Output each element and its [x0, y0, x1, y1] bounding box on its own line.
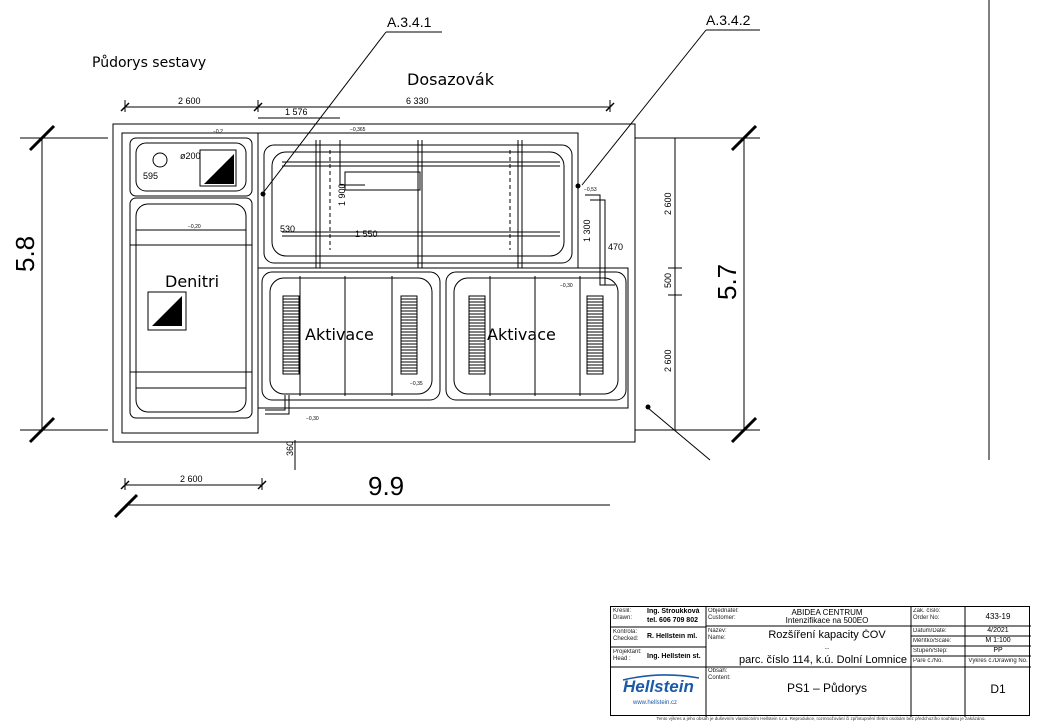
overall-dim-left: 5.8 — [10, 236, 40, 272]
level-mark: −0,30 — [560, 283, 573, 289]
level-mark: −0,20 — [188, 224, 201, 230]
dim-text: 2 600 — [663, 349, 673, 372]
ref-label-1: A.3.4.1 — [387, 14, 432, 30]
title-block-grid — [611, 607, 1031, 717]
dosazovak-label: Dosazovák — [407, 70, 495, 89]
dim-text: 500 — [663, 273, 673, 288]
dim-text: 1 900 — [337, 183, 347, 206]
ref-label-2: A.3.4.2 — [706, 12, 751, 28]
dim-text: 1 576 — [285, 107, 308, 117]
level-mark: −0,365 — [350, 127, 366, 133]
dim-text: 595 — [143, 171, 158, 181]
title-block-footer: Tento výkres a jeho obsah je duševním vl… — [656, 716, 986, 721]
dim-text: ø200 — [180, 151, 201, 161]
aktivace-label-2: Aktivace — [487, 325, 556, 344]
dim-text: 1 300 — [582, 219, 592, 242]
dim-text: 2 600 — [663, 192, 673, 215]
level-mark: −0,53 — [584, 187, 597, 193]
dim-text: 1 550 — [355, 229, 378, 239]
tick-mark — [113, 493, 139, 519]
dim-text: 2 600 — [180, 474, 203, 484]
title-block: Kreslil: Drawn: Ing. Stroukková tel. 606… — [610, 606, 1031, 721]
hatch-fill — [152, 296, 182, 326]
dim-text: 470 — [608, 242, 623, 252]
dim-text: 530 — [280, 224, 295, 234]
denitri-label: Denitri — [165, 272, 219, 291]
level-mark: −0,35 — [410, 381, 423, 387]
overall-dim-right: 5.7 — [712, 264, 742, 300]
plan-subtitle: Půdorys sestavy — [92, 55, 206, 71]
pipe-circle — [152, 152, 168, 168]
overall-dim-bottom: 9.9 — [368, 471, 404, 501]
aktivace-label-1: Aktivace — [305, 325, 374, 344]
dim-text: 2 600 — [178, 96, 201, 106]
level-mark: −0,30 — [306, 416, 319, 422]
dim-text: 360 — [285, 441, 295, 456]
dim-text: 6 330 — [406, 96, 429, 106]
ref-leader-1 — [262, 31, 387, 194]
hatch-fill — [204, 154, 234, 184]
level-mark: −0,2 — [213, 129, 223, 135]
